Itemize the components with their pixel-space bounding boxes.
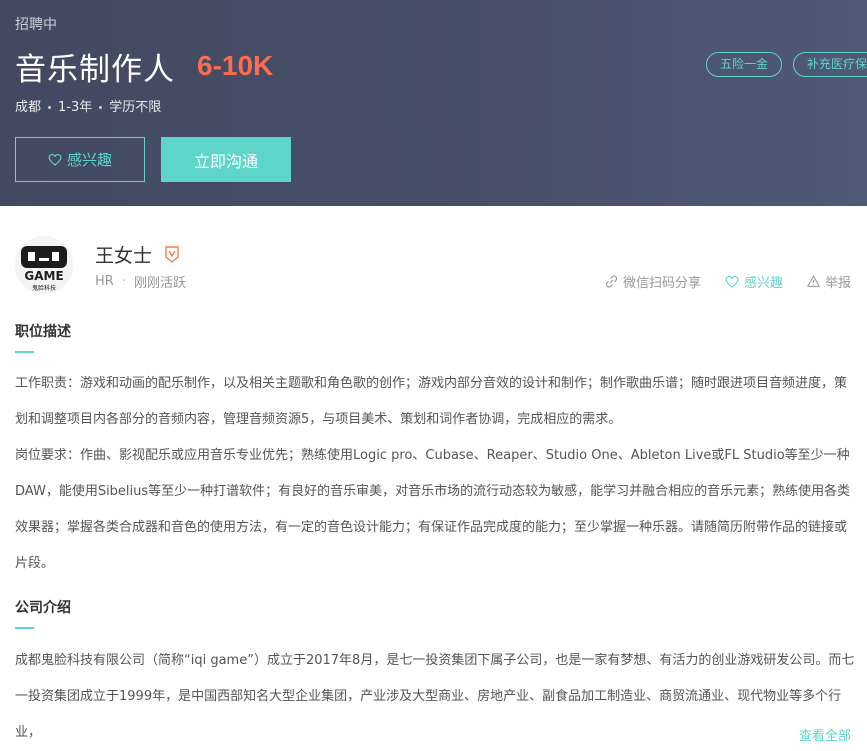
job-meta: 成都 1-3年 学历不限 — [15, 96, 161, 115]
view-all-link[interactable]: 查看全部 — [799, 725, 851, 744]
report-link[interactable]: 举报 — [807, 272, 851, 291]
title-row: 音乐制作人 6-10K — [15, 44, 273, 88]
job-city: 成都 — [15, 100, 42, 115]
job-description-text: 工作职责：游戏和动画的配乐制作，以及相关主题歌和角色歌的创作；游戏内部分音效的设… — [15, 366, 855, 582]
svg-text:GAME: GAME — [24, 269, 63, 283]
avatar: GAME 鬼脸科技 — [15, 236, 73, 294]
job-requirements: 岗位要求：作曲、影视配乐或应用音乐专业优先；熟练使用Logic pro、Cuba… — [15, 448, 851, 571]
recruit-status: 招聘中 — [15, 17, 57, 33]
job-actions: 微信扫码分享 感兴趣 举报 — [581, 272, 851, 291]
job-description-title: 职位描述 — [15, 324, 71, 340]
benefit-tag: 五险一金 — [706, 52, 783, 77]
company-intro-text: 成都鬼脸科技有限公司（简称“iqi game”）成立于2017年8月，是七一投资… — [15, 643, 855, 751]
interest-button-label: 感兴趣 — [66, 151, 112, 169]
section-underline — [15, 351, 34, 353]
section-underline — [15, 627, 34, 629]
heart-icon — [48, 153, 62, 166]
meta-separator — [99, 106, 103, 109]
job-header: 招聘中 音乐制作人 6-10K 成都 1-3年 学历不限 五险一金 补充医疗保 … — [0, 0, 867, 206]
chat-button[interactable]: 立即沟通 — [161, 137, 291, 182]
job-duties: 工作职责：游戏和动画的配乐制作，以及相关主题歌和角色歌的创作；游戏内部分音效的设… — [15, 376, 848, 427]
recruiter-meta: HR · 刚刚活跃 — [95, 272, 186, 291]
share-label: 微信扫码分享 — [622, 276, 701, 291]
interest-link[interactable]: 感兴趣 — [725, 272, 783, 291]
recruiter-activity: 刚刚活跃 — [133, 276, 186, 291]
recruiter-name: 王女士 — [95, 245, 153, 267]
warning-icon — [807, 275, 820, 287]
link-icon — [605, 275, 617, 288]
heart-icon — [725, 275, 739, 288]
recruiter-name-row: 王女士 — [95, 241, 180, 268]
recruiter-role: HR — [95, 274, 114, 289]
svg-text:鬼脸科技: 鬼脸科技 — [32, 284, 56, 292]
share-link[interactable]: 微信扫码分享 — [605, 272, 701, 291]
meta-separator — [48, 106, 52, 109]
job-education: 学历不限 — [109, 100, 162, 115]
job-experience: 1-3年 — [58, 100, 93, 115]
verified-badge-icon — [164, 246, 180, 263]
report-label: 举报 — [824, 276, 851, 291]
interest-label: 感兴趣 — [743, 276, 783, 291]
benefit-tag: 补充医疗保 — [793, 52, 867, 77]
salary: 6-10K — [197, 50, 274, 81]
interest-button[interactable]: 感兴趣 — [15, 137, 145, 182]
company-intro-title: 公司介绍 — [15, 600, 71, 616]
benefit-tags: 五险一金 补充医疗保 — [706, 52, 867, 77]
job-title: 音乐制作人 — [15, 51, 175, 88]
meta-separator: · — [121, 274, 126, 289]
company-description: 成都鬼脸科技有限公司（简称“iqi game”）成立于2017年8月，是七一投资… — [15, 653, 855, 740]
